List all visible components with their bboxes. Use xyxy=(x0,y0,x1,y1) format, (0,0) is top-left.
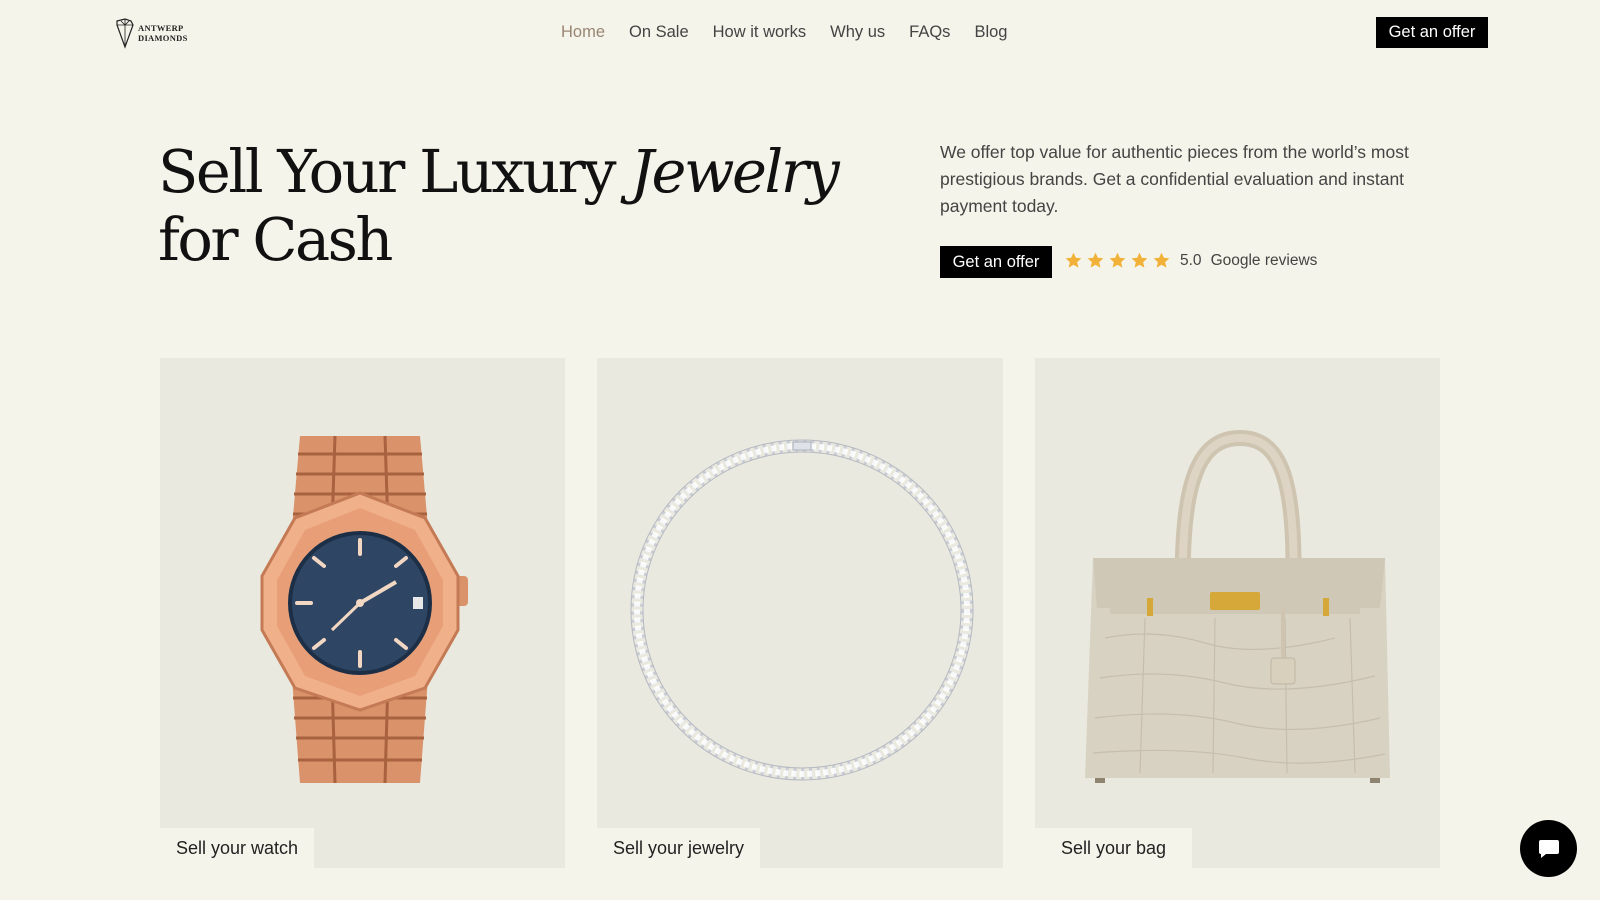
card-label-watch: Sell your watch xyxy=(160,828,315,868)
rating-score: 5.0 xyxy=(1180,251,1202,269)
star-icon xyxy=(1087,252,1104,268)
hero-title-part-2: for Cash xyxy=(158,205,393,274)
diamond-logo-icon xyxy=(116,18,134,49)
hero-description: We offer top value for authentic pieces … xyxy=(940,142,1409,216)
card-sell-jewelry[interactable]: Sell your jewelry xyxy=(597,358,1003,868)
google-rating[interactable]: 5.0 Google reviews xyxy=(1064,251,1317,270)
rating-source: Google reviews xyxy=(1210,251,1318,269)
hero-get-offer-button[interactable]: Get an offer xyxy=(940,246,1052,278)
hero-title: Sell Your Luxury Jewelry for Cash xyxy=(158,137,840,274)
card-label-jewelry: Sell your jewelry xyxy=(597,828,761,868)
star-icon xyxy=(1131,252,1148,268)
card-sell-watch[interactable]: Sell your watch xyxy=(160,358,565,868)
hero-title-italic: Jewelry xyxy=(630,137,839,206)
diamond-necklace-image xyxy=(630,439,974,781)
card-label-bag: Sell your bag xyxy=(1035,828,1193,868)
nav-item-faqs[interactable]: FAQs xyxy=(909,23,950,42)
nav-item-home[interactable]: Home xyxy=(561,23,605,42)
star-icon xyxy=(1065,252,1082,268)
nav-item-blog[interactable]: Blog xyxy=(974,23,1007,42)
star-icon xyxy=(1153,252,1170,268)
brand-logo[interactable]: ANTWERP DIAMONDS xyxy=(115,17,188,49)
hero-title-part-1: Sell Your Luxury xyxy=(158,137,631,206)
chat-bubble-icon xyxy=(1538,839,1559,858)
chat-widget-button[interactable] xyxy=(1520,820,1577,877)
nav-item-on-sale[interactable]: On Sale xyxy=(629,23,689,42)
main-nav: Home On Sale How it works Why us FAQs Bl… xyxy=(561,23,1007,42)
nav-item-why-us[interactable]: Why us xyxy=(830,23,885,42)
logo-text-line-1: ANTWERP xyxy=(138,23,184,33)
star-icon xyxy=(1109,252,1126,268)
logo-text-line-2: DIAMONDS xyxy=(138,33,188,43)
gold-watch-image xyxy=(260,435,468,784)
beige-handbag-image xyxy=(1085,429,1390,783)
card-sell-bag[interactable]: Sell your bag xyxy=(1035,358,1440,868)
header-get-offer-button[interactable]: Get an offer xyxy=(1376,17,1488,48)
nav-item-how-it-works[interactable]: How it works xyxy=(713,23,807,42)
rating-stars xyxy=(1064,251,1171,270)
